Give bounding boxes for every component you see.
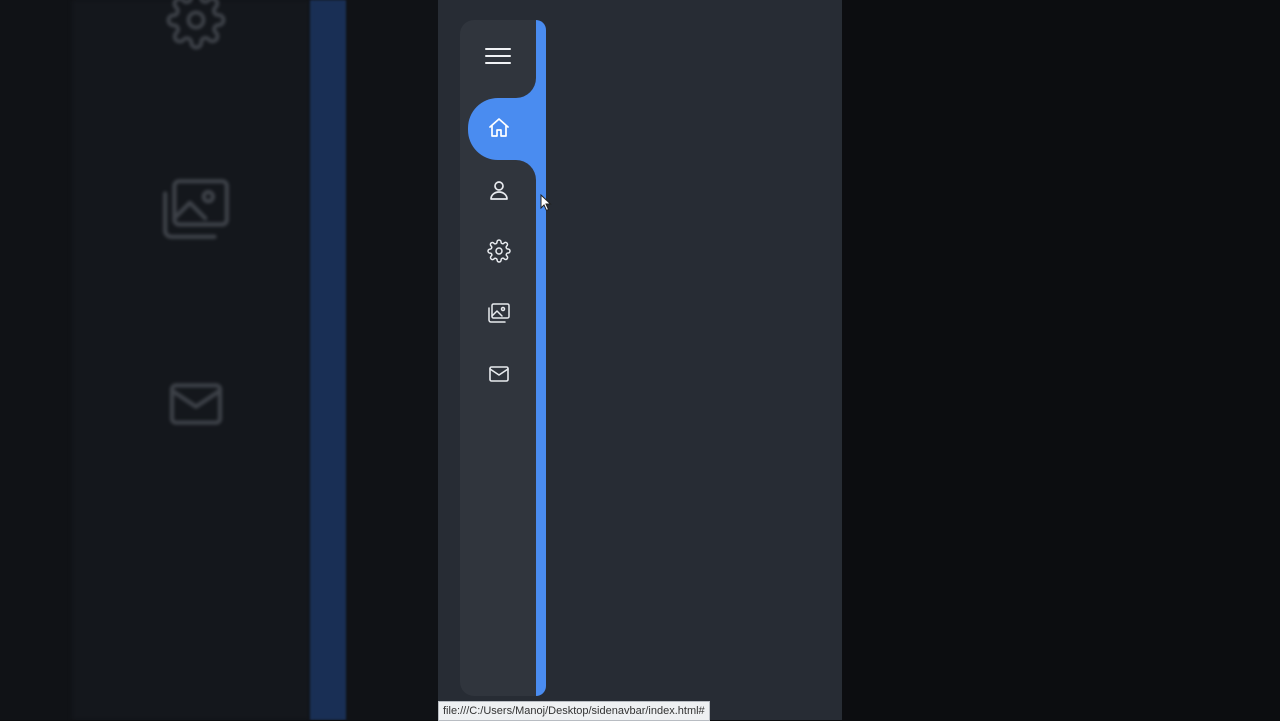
user-icon [487,178,511,202]
nav-item-messages[interactable] [468,350,530,398]
blurred-gear-icon [160,0,232,50]
nav-item-gallery[interactable] [468,289,530,337]
blurred-mail-icon [158,372,234,436]
nav-item-profile[interactable] [468,166,530,214]
image-gallery-icon [487,301,511,325]
page-viewport [438,0,842,720]
hamburger-menu-icon [484,46,512,71]
menu-toggle-button[interactable] [478,42,518,74]
home-icon [487,116,511,140]
status-bar-url: file:///C:/Users/Manoj/Desktop/sidenavba… [438,701,710,721]
gear-icon [487,239,511,263]
side-navigation [460,20,546,696]
blurred-sidebar-panel [72,0,310,720]
active-curve-top [516,78,536,98]
nav-item-settings[interactable] [468,227,530,275]
nav-item-home[interactable] [468,104,530,152]
blurred-background-right [842,0,1280,720]
mail-icon [487,362,511,386]
blurred-image-gallery-icon [154,172,238,246]
blurred-background-left [0,0,438,720]
blurred-accent-rail [310,0,346,720]
mouse-pointer-icon [540,193,552,212]
